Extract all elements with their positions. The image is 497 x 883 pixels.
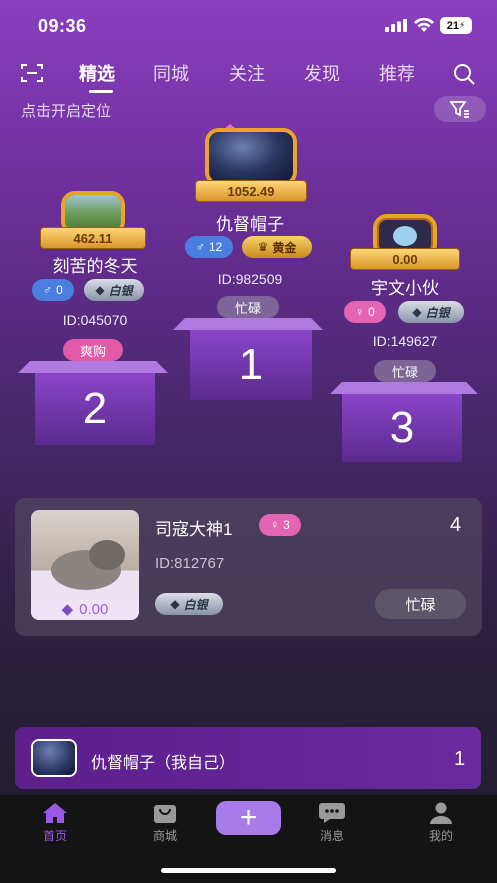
status-rank-2: 爽购 [63,339,123,361]
diamond-icon: ◆ [412,305,422,319]
search-icon[interactable] [452,62,476,86]
podium-block-1: 1 [190,330,312,400]
home-indicator [161,868,336,873]
user-id-rank-3: ID:149627 [372,333,438,349]
scan-icon[interactable] [20,62,44,84]
tab-same-city[interactable]: 同城 [153,60,189,86]
gem-icon: ◆ [61,601,74,618]
battery-indicator: 21 ⚡ [440,17,472,34]
status-button-rank-4[interactable]: 忙碌 [375,589,466,619]
avatar-rank-1[interactable] [205,128,297,186]
female-icon: ♀ [270,518,280,532]
level-badge-rank-4: ◆ 白银 [155,593,223,615]
male-icon: ♂ [195,240,205,254]
tab-messages[interactable]: 消息 [302,802,362,844]
podium-block-3: 3 [342,394,462,462]
podium-block-2: 2 [35,373,155,445]
crown-icon: ♛ [257,240,269,254]
wifi-icon [414,18,434,32]
level-badge-rank-3: ◆ 白银 [398,301,464,323]
enable-location-link[interactable]: 点击开启定位 [21,100,111,121]
male-icon: ♂ [43,283,53,297]
list-item-name[interactable]: 司寇大神1 [155,515,232,540]
gender-badge-rank-1: ♂ 12 [185,236,233,258]
gender-badge-rank-2: ♂ 0 [32,279,74,301]
tab-mall[interactable]: 商城 [135,802,195,844]
home-icon [43,803,67,823]
score-ribbon-rank-1: 1052.49 [195,180,307,202]
my-rank-bar[interactable] [15,727,481,789]
shopping-bag-icon [154,805,176,823]
status-rank-1: 忙碌 [217,296,279,318]
user-icon [430,802,452,824]
tab-featured[interactable]: 精选 [79,60,115,86]
score-ribbon-rank-3: 0.00 [350,248,460,270]
gender-badge-rank-4: ♀ 3 [259,514,301,536]
chat-bubble-icon [319,803,345,823]
price-tag: ◆ 0.00 [31,598,139,620]
list-item-rank: 4 [450,514,462,536]
user-id-rank-2: ID:045070 [62,312,128,328]
filter-button[interactable] [434,96,486,122]
plus-icon: + [239,801,258,834]
podium-lip-3 [330,382,478,394]
cellular-signal-icon [385,19,407,32]
podium-lip-1 [173,318,323,330]
gender-badge-rank-3: ♀ 0 [344,301,386,323]
status-rank-3: 忙碌 [374,360,436,382]
my-rank: 1 [454,748,466,770]
name-rank-1[interactable]: 仇督帽子 [180,210,320,235]
my-name: 仇督帽子（我自己） [91,755,236,772]
name-rank-2[interactable]: 刻苦的冬天 [25,252,165,277]
add-button[interactable]: + [216,801,281,835]
tab-home[interactable]: 首页 [25,802,85,844]
list-item-id: ID:812767 [155,555,225,572]
tab-me[interactable]: 我的 [411,802,471,844]
user-id-rank-1: ID:982509 [217,271,283,287]
active-tab-indicator [89,90,113,93]
filter-icon [450,101,469,118]
status-time: 09:36 [38,16,87,36]
diamond-icon: ◆ [95,283,105,297]
my-avatar [31,739,77,777]
podium-lip-2 [18,361,168,373]
female-icon: ♀ [355,305,365,319]
name-rank-3[interactable]: 宇文小伙 [335,274,475,299]
level-badge-rank-2: ◆ 白银 [84,279,144,301]
tab-discover[interactable]: 发现 [304,60,340,86]
diamond-icon: ◆ [170,597,180,611]
tab-following[interactable]: 关注 [229,60,265,86]
score-ribbon-rank-2: 462.11 [40,227,146,249]
tab-recommend[interactable]: 推荐 [379,60,415,86]
level-badge-rank-1: ♛ 黄金 [242,236,312,258]
